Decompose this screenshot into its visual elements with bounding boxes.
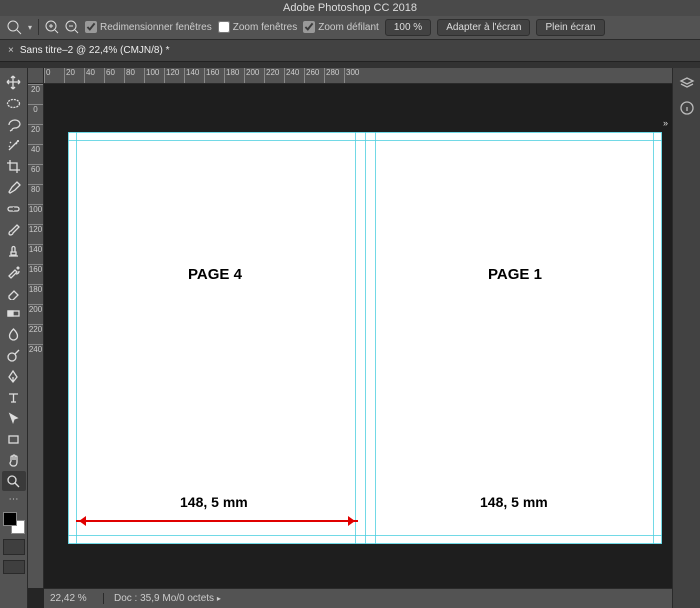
dropdown-icon[interactable]: ▾ bbox=[28, 23, 32, 32]
hand-tool[interactable] bbox=[2, 450, 26, 470]
measure-right-label: 148, 5 mm bbox=[480, 494, 548, 510]
mac-titlebar bbox=[0, 0, 700, 14]
ruler-origin[interactable] bbox=[28, 68, 44, 84]
zoom-windows-label: Zoom fenêtres bbox=[233, 22, 297, 33]
measure-arrow bbox=[76, 520, 358, 522]
canvas-viewport[interactable]: PAGE 4 PAGE 1 148, 5 mm 148, 5 mm bbox=[44, 84, 672, 588]
resize-windows-label: Redimensionner fenêtres bbox=[100, 22, 212, 33]
brush-tool[interactable] bbox=[2, 219, 26, 239]
color-swatches[interactable] bbox=[3, 512, 25, 534]
document-canvas[interactable]: PAGE 4 PAGE 1 148, 5 mm 148, 5 mm bbox=[68, 132, 662, 544]
canvas-area: » 02040608010012014016018020022024026028… bbox=[28, 68, 672, 608]
zoom-out-icon[interactable] bbox=[65, 20, 79, 34]
history-brush-tool[interactable] bbox=[2, 261, 26, 281]
crop-tool[interactable] bbox=[2, 156, 26, 176]
panel-expand-icon[interactable]: » bbox=[663, 118, 668, 128]
stamp-tool[interactable] bbox=[2, 240, 26, 260]
eyedropper-tool[interactable] bbox=[2, 177, 26, 197]
zoom-scroll-checkbox[interactable]: Zoom défilant bbox=[303, 21, 379, 33]
marquee-ellipse-tool[interactable] bbox=[2, 93, 26, 113]
full-screen-button[interactable]: Plein écran bbox=[536, 19, 604, 36]
lasso-tool[interactable] bbox=[2, 114, 26, 134]
document-tab-label: Sans titre–2 @ 22,4% (CMJN/8) * bbox=[20, 45, 170, 56]
status-doc-info[interactable]: Doc : 35,9 Mo/0 octets ▸ bbox=[104, 593, 221, 604]
resize-windows-checkbox[interactable]: Redimensionner fenêtres bbox=[85, 21, 212, 33]
horizontal-ruler[interactable]: 0204060801001201401601802002202402602803… bbox=[44, 68, 672, 84]
page4-label: PAGE 4 bbox=[188, 266, 242, 283]
zoom-value-field[interactable]: 100 % bbox=[385, 19, 431, 36]
tool-options-icon[interactable]: ⋯ bbox=[9, 494, 19, 505]
close-tab-icon[interactable]: × bbox=[8, 45, 14, 56]
rectangle-tool[interactable] bbox=[2, 429, 26, 449]
info-panel-icon[interactable] bbox=[679, 100, 695, 116]
layers-panel-icon[interactable] bbox=[679, 74, 695, 90]
tools-panel: ⋯ bbox=[0, 68, 28, 608]
zoom-windows-checkbox[interactable]: Zoom fenêtres bbox=[218, 21, 297, 33]
zoom-tool[interactable] bbox=[2, 471, 26, 491]
minimize-window-button[interactable] bbox=[20, 3, 29, 12]
screen-mode-button[interactable] bbox=[3, 560, 25, 574]
gradient-tool[interactable] bbox=[2, 303, 26, 323]
vertical-ruler[interactable]: 20020406080100120140160180200220240 bbox=[28, 84, 44, 588]
zoom-icon bbox=[6, 19, 22, 35]
foreground-color-swatch[interactable] bbox=[3, 512, 17, 526]
measure-left-label: 148, 5 mm bbox=[180, 494, 248, 510]
status-bar: 22,42 % Doc : 35,9 Mo/0 octets ▸ bbox=[44, 588, 672, 608]
zoom-in-icon[interactable] bbox=[45, 20, 59, 34]
fit-screen-button[interactable]: Adapter à l'écran bbox=[437, 19, 530, 36]
blur-tool[interactable] bbox=[2, 324, 26, 344]
zoom-scroll-label: Zoom défilant bbox=[318, 22, 379, 33]
close-window-button[interactable] bbox=[6, 3, 15, 12]
dodge-tool[interactable] bbox=[2, 345, 26, 365]
magic-wand-tool[interactable] bbox=[2, 135, 26, 155]
options-bar: ▾ Redimensionner fenêtres Zoom fenêtres … bbox=[0, 14, 700, 40]
move-tool[interactable] bbox=[2, 72, 26, 92]
quick-mask-button[interactable] bbox=[3, 539, 25, 555]
maximize-window-button[interactable] bbox=[34, 3, 43, 12]
page1-label: PAGE 1 bbox=[488, 266, 542, 283]
eraser-tool[interactable] bbox=[2, 282, 26, 302]
document-tab[interactable]: × Sans titre–2 @ 22,4% (CMJN/8) * bbox=[0, 40, 700, 62]
type-tool[interactable] bbox=[2, 387, 26, 407]
healing-brush-tool[interactable] bbox=[2, 198, 26, 218]
path-select-tool[interactable] bbox=[2, 408, 26, 428]
status-zoom-field[interactable]: 22,42 % bbox=[44, 593, 104, 604]
right-dock bbox=[672, 68, 700, 608]
pen-tool[interactable] bbox=[2, 366, 26, 386]
